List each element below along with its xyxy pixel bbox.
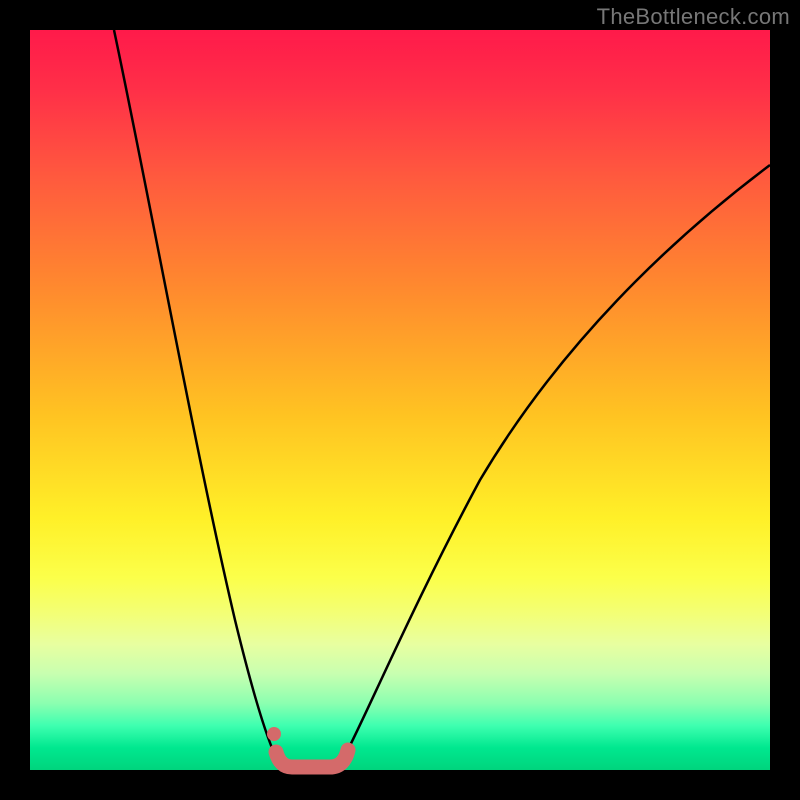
watermark-text: TheBottleneck.com bbox=[597, 4, 790, 30]
curve-right-branch bbox=[340, 165, 770, 765]
curve-left-branch bbox=[114, 30, 280, 765]
curve-bottom-marker bbox=[276, 750, 348, 767]
curve-dot-marker bbox=[267, 727, 281, 741]
bottleneck-curve bbox=[30, 30, 770, 770]
chart-plot-area bbox=[30, 30, 770, 770]
